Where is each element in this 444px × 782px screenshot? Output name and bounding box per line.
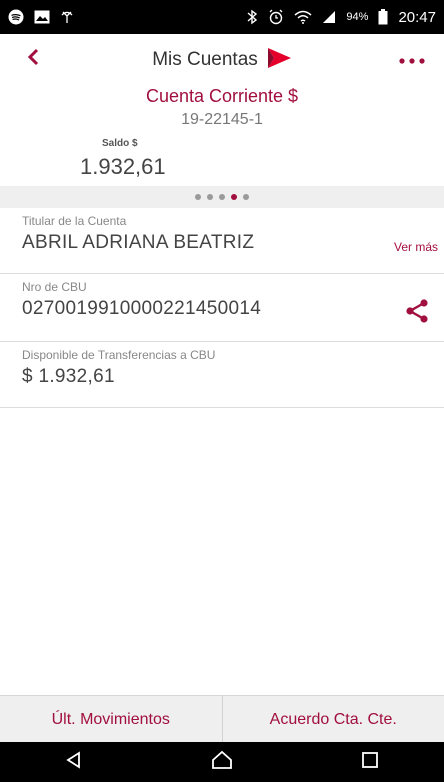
pager-dot[interactable] [195,194,201,200]
cbu-row: Nro de CBU 0270019910000221450014 [0,274,444,342]
battery-icon [378,9,388,25]
pager-dot[interactable] [231,194,237,200]
pager-dot[interactable] [243,194,249,200]
account-type: Cuenta Corriente $ [145,86,299,106]
share-button[interactable] [404,298,430,324]
cbu-label: Nro de CBU [22,280,87,294]
more-dots-icon [397,41,427,71]
holder-label: Titular de la Cuenta [22,214,127,228]
account-summary: Cuenta Corriente $ 19-22145-1 Saldo $ 1.… [0,86,444,186]
status-right: 94% 20:47 [246,9,436,26]
battery-percent: 94% [346,11,369,23]
available-transfer-row: Disponible de Transferencias a CBU $ 1.9… [0,342,444,408]
bottom-actions: Últ. Movimientos Acuerdo Cta. Cte. [0,695,444,743]
pager-dot[interactable] [207,194,213,200]
account-number: 19-22145-1 [181,111,263,128]
pager-dot[interactable] [219,194,225,200]
wifi-icon [294,10,312,24]
back-button[interactable] [26,46,50,74]
more-options-button[interactable] [392,44,432,74]
ver-mas-link[interactable]: Ver más [394,240,438,254]
cbu-value: 0270019910000221450014 [22,298,262,319]
movements-button[interactable]: Últ. Movimientos [0,696,222,743]
square-recents-icon [361,751,379,774]
home-icon [211,750,233,775]
balance-label: Saldo $ [102,138,138,149]
nav-home-button[interactable] [192,746,252,778]
chevron-left-icon [26,46,40,73]
signal-icon [60,10,74,24]
flag-arrow-icon [266,47,292,74]
spotify-icon [8,9,24,25]
alarm-icon [268,9,284,25]
account-pager[interactable] [0,186,444,208]
available-value: $ 1.932,61 [22,366,115,387]
system-nav-bar [0,742,444,782]
bluetooth-icon [246,9,258,25]
title-group: Mis Cuentas [152,47,292,74]
available-label: Disponible de Transferencias a CBU [22,348,216,362]
cell-signal-icon [322,10,336,24]
app-header: Mis Cuentas [0,34,444,86]
nav-back-button[interactable] [44,746,104,778]
page-title: Mis Cuentas [152,49,258,70]
nav-recents-button[interactable] [340,746,400,778]
balance-value: 1.932,61 [80,154,166,179]
triangle-back-icon [64,750,84,775]
status-bar: 94% 20:47 [0,0,444,34]
status-left [8,9,74,25]
share-icon [404,299,430,328]
clock: 20:47 [398,8,436,26]
account-holder-row: Titular de la Cuenta ABRIL ADRIANA BEATR… [0,208,444,274]
gallery-icon [34,10,50,24]
holder-value: ABRIL ADRIANA BEATRIZ [22,232,255,253]
agreement-button[interactable]: Acuerdo Cta. Cte. [221,696,444,743]
